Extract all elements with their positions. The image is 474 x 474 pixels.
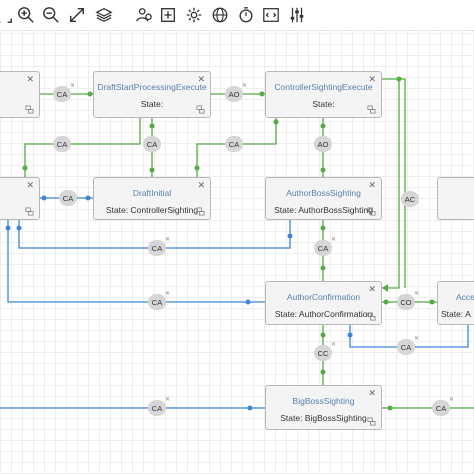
remove-label-icon[interactable]: ✕ <box>331 236 336 243</box>
remove-label-icon[interactable]: ✕ <box>70 82 75 89</box>
node-title: Acce <box>456 292 474 302</box>
remove-label-icon[interactable]: ✕ <box>165 290 170 297</box>
close-icon[interactable]: ✕ <box>368 388 376 399</box>
remove-label-icon[interactable]: ✕ <box>331 341 336 348</box>
state-node-left-mid[interactable]: ✕ <box>0 177 40 220</box>
edge-controller-to-authorconf <box>382 78 400 289</box>
node-state: State: A <box>441 309 471 319</box>
remove-label-icon[interactable]: ✕ <box>414 290 419 297</box>
node-menu-icon[interactable] <box>367 105 376 114</box>
timer-icon[interactable] <box>236 5 256 25</box>
node-menu-icon[interactable] <box>367 207 376 216</box>
code-icon[interactable] <box>261 5 281 25</box>
edge-label[interactable]: CC <box>314 345 332 361</box>
gear-icon[interactable] <box>184 5 204 25</box>
node-title: AuthorConfirmation <box>286 292 361 302</box>
state-node-accept-partial[interactable]: Acce State: A <box>437 281 474 325</box>
node-menu-icon[interactable] <box>25 105 34 114</box>
edge-label[interactable]: AO <box>225 86 243 102</box>
state-node-author-confirmation[interactable]: AuthorConfirmation State: AuthorConfirma… <box>265 281 382 325</box>
node-state: State: AuthorBossSighting <box>274 205 373 215</box>
state-node-draft-start-processing-execute[interactable]: DraftStartProcessingExecute State: ✕ <box>93 71 211 118</box>
edge-label[interactable]: CA <box>143 136 161 152</box>
sliders-icon[interactable] <box>287 5 307 25</box>
state-node-draft-initial[interactable]: DraftInitial State: ControllerSighting ✕ <box>93 177 211 220</box>
node-menu-icon[interactable] <box>196 105 205 114</box>
edge-label[interactable]: CA <box>59 190 77 206</box>
expand-icon[interactable] <box>0 5 14 25</box>
node-state: State: ControllerSighting <box>105 205 199 215</box>
edge-controller-right <box>399 78 406 288</box>
close-icon[interactable]: ✕ <box>197 74 205 85</box>
node-menu-icon[interactable] <box>367 312 376 321</box>
node-menu-icon[interactable] <box>25 207 34 216</box>
globe-icon[interactable] <box>210 5 230 25</box>
state-node-big-boss-sighting[interactable]: BigBossSighting State: BigBossSighting ✕ <box>265 385 382 430</box>
edge-left-to-draftinitial-ca <box>24 118 141 177</box>
users-icon[interactable] <box>134 5 154 25</box>
edge-label[interactable]: CA <box>314 240 332 256</box>
close-icon[interactable]: ✕ <box>368 180 376 191</box>
close-icon[interactable]: ✕ <box>197 180 205 191</box>
close-icon[interactable]: ✕ <box>368 74 376 85</box>
close-icon[interactable]: ✕ <box>368 284 376 295</box>
remove-label-icon[interactable]: ✕ <box>242 82 247 89</box>
arrowheads <box>382 284 388 292</box>
edge-label[interactable]: CA <box>148 400 166 416</box>
edge-label[interactable]: AC <box>401 191 419 207</box>
edge-label[interactable]: CA <box>432 400 450 416</box>
edge-label[interactable]: AO <box>314 136 332 152</box>
edge-label[interactable]: CA <box>225 136 243 152</box>
edge-authorconf-to-left <box>7 220 265 303</box>
fit-icon[interactable] <box>67 5 87 25</box>
remove-label-icon[interactable]: ✕ <box>165 236 170 243</box>
state-node-right-mid[interactable] <box>437 177 474 220</box>
close-icon[interactable]: ✕ <box>26 74 34 85</box>
layers-icon[interactable] <box>94 5 114 25</box>
remove-label-icon[interactable]: ✕ <box>414 335 419 342</box>
edge-label[interactable]: CA <box>148 240 166 256</box>
remove-label-icon[interactable]: ✕ <box>449 396 454 403</box>
edge-endpoints <box>5 76 435 411</box>
node-state: State: BigBossSighting <box>280 413 367 423</box>
toolbar <box>0 0 474 31</box>
node-state: State: <box>140 99 164 109</box>
add-box-icon[interactable] <box>158 5 178 25</box>
close-icon[interactable]: ✕ <box>26 180 34 191</box>
state-node-controller-sighting-execute[interactable]: ControllerSightingExecute State: ✕ <box>265 71 382 118</box>
node-state: State: <box>312 99 335 109</box>
node-title: BigBossSighting <box>292 396 355 406</box>
edge-label[interactable]: CA <box>397 339 415 355</box>
state-node-author-boss-sighting[interactable]: AuthorBossSighting State: AuthorBossSigh… <box>265 177 382 220</box>
edge-label[interactable]: CA <box>53 86 71 102</box>
node-menu-icon[interactable] <box>196 207 205 216</box>
state-node-left-top[interactable]: ✕ <box>0 71 40 118</box>
node-title: DraftInitial <box>132 188 172 198</box>
node-title: ControllerSightingExecute <box>274 82 373 92</box>
node-title: DraftStartProcessingExecute <box>97 82 207 92</box>
edges-layer <box>0 76 474 411</box>
edge-label[interactable]: CA <box>148 294 166 310</box>
node-title: AuthorBossSighting <box>286 188 361 198</box>
edge-label[interactable]: CA <box>53 136 71 152</box>
remove-label-icon[interactable]: ✕ <box>165 396 170 403</box>
node-menu-icon[interactable] <box>367 417 376 426</box>
zoom-in-icon[interactable] <box>16 5 36 25</box>
edge-label[interactable]: CO <box>397 294 415 310</box>
node-state: State: AuthorConfirmation <box>274 309 373 319</box>
zoom-out-icon[interactable] <box>41 5 61 25</box>
